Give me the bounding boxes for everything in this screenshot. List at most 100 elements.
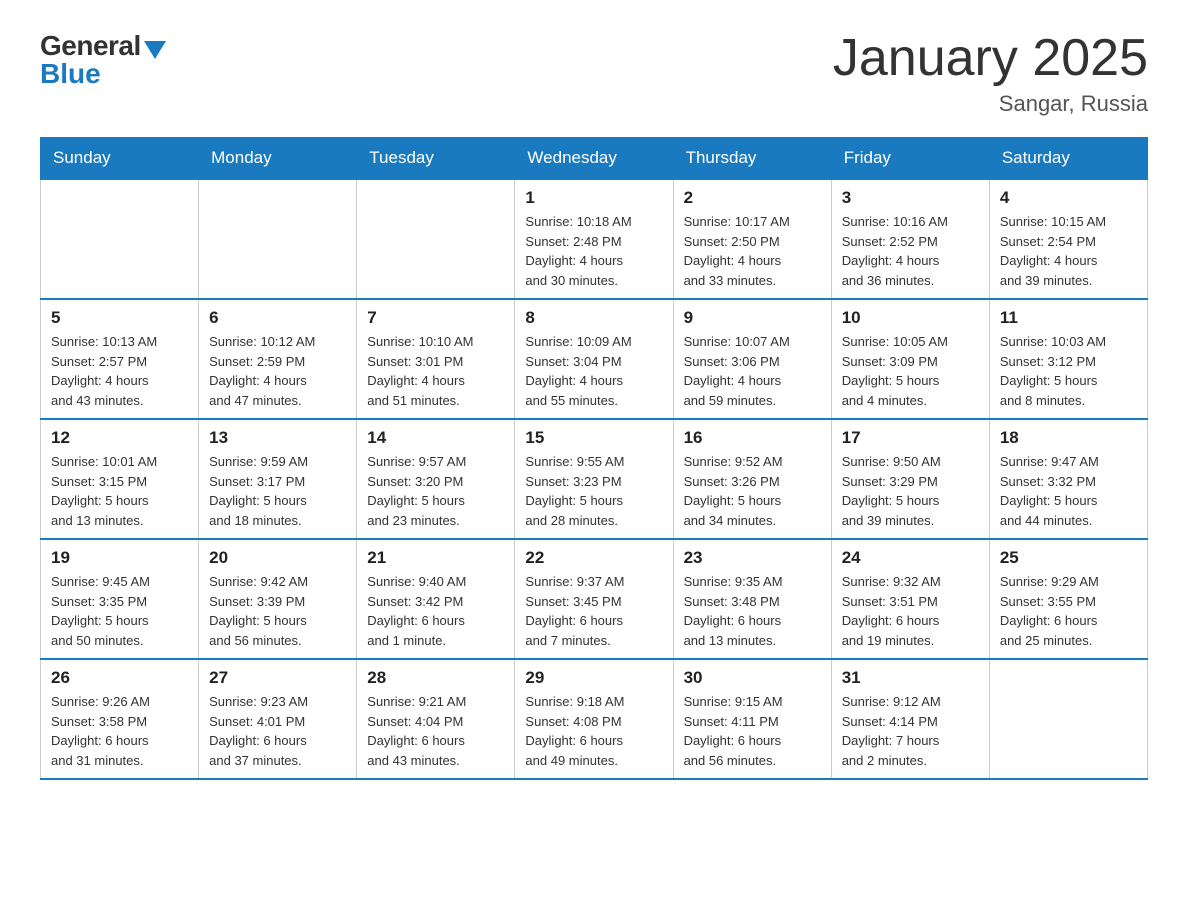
day-number: 27 xyxy=(209,668,346,688)
day-number: 14 xyxy=(367,428,504,448)
logo-triangle-icon xyxy=(144,41,166,59)
page-header: General Blue January 2025 Sangar, Russia xyxy=(40,30,1148,117)
day-number: 22 xyxy=(525,548,662,568)
calendar-cell: 25 Sunrise: 9:29 AMSunset: 3:55 PMDayligh… xyxy=(989,539,1147,659)
calendar-cell: 4Sunrise: 10:15 AMSunset: 2:54 PMDayligh… xyxy=(989,179,1147,299)
day-number: 28 xyxy=(367,668,504,688)
week-row-2: 5Sunrise: 10:13 AMSunset: 2:57 PMDayligh… xyxy=(41,299,1148,419)
day-info: Sunrise: 9:15 AMSunset: 4:11 PMDaylight:… xyxy=(684,692,821,770)
day-number: 23 xyxy=(684,548,821,568)
day-info: Sunrise: 9:37 AMSunset: 3:45 PMDaylight:… xyxy=(525,572,662,650)
day-number: 9 xyxy=(684,308,821,328)
calendar-cell: 5Sunrise: 10:13 AMSunset: 2:57 PMDayligh… xyxy=(41,299,199,419)
day-info: Sunrise: 9:45 AMSunset: 3:35 PMDaylight:… xyxy=(51,572,188,650)
day-info: Sunrise: 9:59 AMSunset: 3:17 PMDaylight:… xyxy=(209,452,346,530)
day-number: 12 xyxy=(51,428,188,448)
calendar-cell: 24 Sunrise: 9:32 AMSunset: 3:51 PMDayligh… xyxy=(831,539,989,659)
week-row-4: 19 Sunrise: 9:45 AMSunset: 3:35 PMDayligh… xyxy=(41,539,1148,659)
day-number: 6 xyxy=(209,308,346,328)
calendar-cell: 28Sunrise: 9:21 AMSunset: 4:04 PMDayligh… xyxy=(357,659,515,779)
day-info: Sunrise: 10:05 AMSunset: 3:09 PMDaylight… xyxy=(842,332,979,410)
day-info: Sunrise: 9:47 AMSunset: 3:32 PMDaylight:… xyxy=(1000,452,1137,530)
calendar-cell: 19 Sunrise: 9:45 AMSunset: 3:35 PMDayligh… xyxy=(41,539,199,659)
day-info: Sunrise: 9:55 AMSunset: 3:23 PMDaylight:… xyxy=(525,452,662,530)
calendar-cell xyxy=(989,659,1147,779)
day-info: Sunrise: 10:18 AMSunset: 2:48 PMDaylight… xyxy=(525,212,662,290)
day-info: Sunrise: 10:17 AMSunset: 2:50 PMDaylight… xyxy=(684,212,821,290)
day-number: 26 xyxy=(51,668,188,688)
calendar-cell: 30Sunrise: 9:15 AMSunset: 4:11 PMDayligh… xyxy=(673,659,831,779)
day-info: Sunrise: 9:40 AMSunset: 3:42 PMDaylight:… xyxy=(367,572,504,650)
calendar-cell: 6 Sunrise: 10:12 AMSunset: 2:59 PMDayligh… xyxy=(199,299,357,419)
calendar-cell: 26 Sunrise: 9:26 AMSunset: 3:58 PMDayligh… xyxy=(41,659,199,779)
day-number: 21 xyxy=(367,548,504,568)
day-info: Sunrise: 10:16 AMSunset: 2:52 PMDaylight… xyxy=(842,212,979,290)
day-number: 24 xyxy=(842,548,979,568)
calendar-table: SundayMondayTuesdayWednesdayThursdayFrid… xyxy=(40,137,1148,780)
day-number: 8 xyxy=(525,308,662,328)
day-header-tuesday: Tuesday xyxy=(357,138,515,180)
day-info: Sunrise: 9:32 AMSunset: 3:51 PMDaylight:… xyxy=(842,572,979,650)
day-info: Sunrise: 10:13 AMSunset: 2:57 PMDaylight… xyxy=(51,332,188,410)
day-number: 25 xyxy=(1000,548,1137,568)
calendar-cell xyxy=(357,179,515,299)
day-info: Sunrise: 9:57 AMSunset: 3:20 PMDaylight:… xyxy=(367,452,504,530)
week-row-1: 1 Sunrise: 10:18 AMSunset: 2:48 PMDayligh… xyxy=(41,179,1148,299)
calendar-cell: 13Sunrise: 9:59 AMSunset: 3:17 PMDayligh… xyxy=(199,419,357,539)
day-header-saturday: Saturday xyxy=(989,138,1147,180)
day-number: 10 xyxy=(842,308,979,328)
calendar-cell: 17Sunrise: 9:50 AMSunset: 3:29 PMDayligh… xyxy=(831,419,989,539)
header-row: SundayMondayTuesdayWednesdayThursdayFrid… xyxy=(41,138,1148,180)
calendar-cell: 7 Sunrise: 10:10 AMSunset: 3:01 PMDayligh… xyxy=(357,299,515,419)
day-number: 17 xyxy=(842,428,979,448)
day-info: Sunrise: 10:12 AMSunset: 2:59 PMDaylight… xyxy=(209,332,346,410)
logo-blue-text: Blue xyxy=(40,58,101,90)
calendar-cell: 11Sunrise: 10:03 AMSunset: 3:12 PMDaylig… xyxy=(989,299,1147,419)
calendar-cell: 23 Sunrise: 9:35 AMSunset: 3:48 PMDayligh… xyxy=(673,539,831,659)
calendar-cell: 14 Sunrise: 9:57 AMSunset: 3:20 PMDayligh… xyxy=(357,419,515,539)
day-number: 1 xyxy=(525,188,662,208)
calendar-cell: 12 Sunrise: 10:01 AMSunset: 3:15 PMDaylig… xyxy=(41,419,199,539)
day-info: Sunrise: 9:29 AMSunset: 3:55 PMDaylight:… xyxy=(1000,572,1137,650)
day-number: 3 xyxy=(842,188,979,208)
calendar-cell xyxy=(199,179,357,299)
calendar-cell: 21 Sunrise: 9:40 AMSunset: 3:42 PMDayligh… xyxy=(357,539,515,659)
calendar-cell: 9Sunrise: 10:07 AMSunset: 3:06 PMDayligh… xyxy=(673,299,831,419)
calendar-cell: 1 Sunrise: 10:18 AMSunset: 2:48 PMDayligh… xyxy=(515,179,673,299)
calendar-cell: 18 Sunrise: 9:47 AMSunset: 3:32 PMDayligh… xyxy=(989,419,1147,539)
week-row-5: 26 Sunrise: 9:26 AMSunset: 3:58 PMDayligh… xyxy=(41,659,1148,779)
day-info: Sunrise: 9:35 AMSunset: 3:48 PMDaylight:… xyxy=(684,572,821,650)
day-info: Sunrise: 10:10 AMSunset: 3:01 PMDaylight… xyxy=(367,332,504,410)
day-info: Sunrise: 9:42 AMSunset: 3:39 PMDaylight:… xyxy=(209,572,346,650)
day-number: 18 xyxy=(1000,428,1137,448)
calendar-cell: 31Sunrise: 9:12 AMSunset: 4:14 PMDayligh… xyxy=(831,659,989,779)
calendar-cell: 27 Sunrise: 9:23 AMSunset: 4:01 PMDayligh… xyxy=(199,659,357,779)
day-info: Sunrise: 10:01 AMSunset: 3:15 PMDaylight… xyxy=(51,452,188,530)
day-header-sunday: Sunday xyxy=(41,138,199,180)
day-info: Sunrise: 10:09 AMSunset: 3:04 PMDaylight… xyxy=(525,332,662,410)
day-number: 11 xyxy=(1000,308,1137,328)
calendar-header: SundayMondayTuesdayWednesdayThursdayFrid… xyxy=(41,138,1148,180)
calendar-cell: 2Sunrise: 10:17 AMSunset: 2:50 PMDayligh… xyxy=(673,179,831,299)
calendar-cell: 16Sunrise: 9:52 AMSunset: 3:26 PMDayligh… xyxy=(673,419,831,539)
calendar-cell xyxy=(41,179,199,299)
week-row-3: 12 Sunrise: 10:01 AMSunset: 3:15 PMDaylig… xyxy=(41,419,1148,539)
day-number: 15 xyxy=(525,428,662,448)
month-title: January 2025 xyxy=(833,30,1148,87)
day-header-friday: Friday xyxy=(831,138,989,180)
day-number: 19 xyxy=(51,548,188,568)
day-info: Sunrise: 10:15 AMSunset: 2:54 PMDaylight… xyxy=(1000,212,1137,290)
calendar-body: 1 Sunrise: 10:18 AMSunset: 2:48 PMDayligh… xyxy=(41,179,1148,779)
day-info: Sunrise: 9:23 AMSunset: 4:01 PMDaylight:… xyxy=(209,692,346,770)
day-number: 7 xyxy=(367,308,504,328)
calendar-cell: 3 Sunrise: 10:16 AMSunset: 2:52 PMDayligh… xyxy=(831,179,989,299)
day-info: Sunrise: 9:12 AMSunset: 4:14 PMDaylight:… xyxy=(842,692,979,770)
day-info: Sunrise: 9:18 AMSunset: 4:08 PMDaylight:… xyxy=(525,692,662,770)
logo: General Blue xyxy=(40,30,166,90)
calendar-cell: 29Sunrise: 9:18 AMSunset: 4:08 PMDayligh… xyxy=(515,659,673,779)
day-info: Sunrise: 9:26 AMSunset: 3:58 PMDaylight:… xyxy=(51,692,188,770)
day-header-wednesday: Wednesday xyxy=(515,138,673,180)
calendar-cell: 22 Sunrise: 9:37 AMSunset: 3:45 PMDayligh… xyxy=(515,539,673,659)
calendar-cell: 15 Sunrise: 9:55 AMSunset: 3:23 PMDayligh… xyxy=(515,419,673,539)
calendar-cell: 20Sunrise: 9:42 AMSunset: 3:39 PMDayligh… xyxy=(199,539,357,659)
